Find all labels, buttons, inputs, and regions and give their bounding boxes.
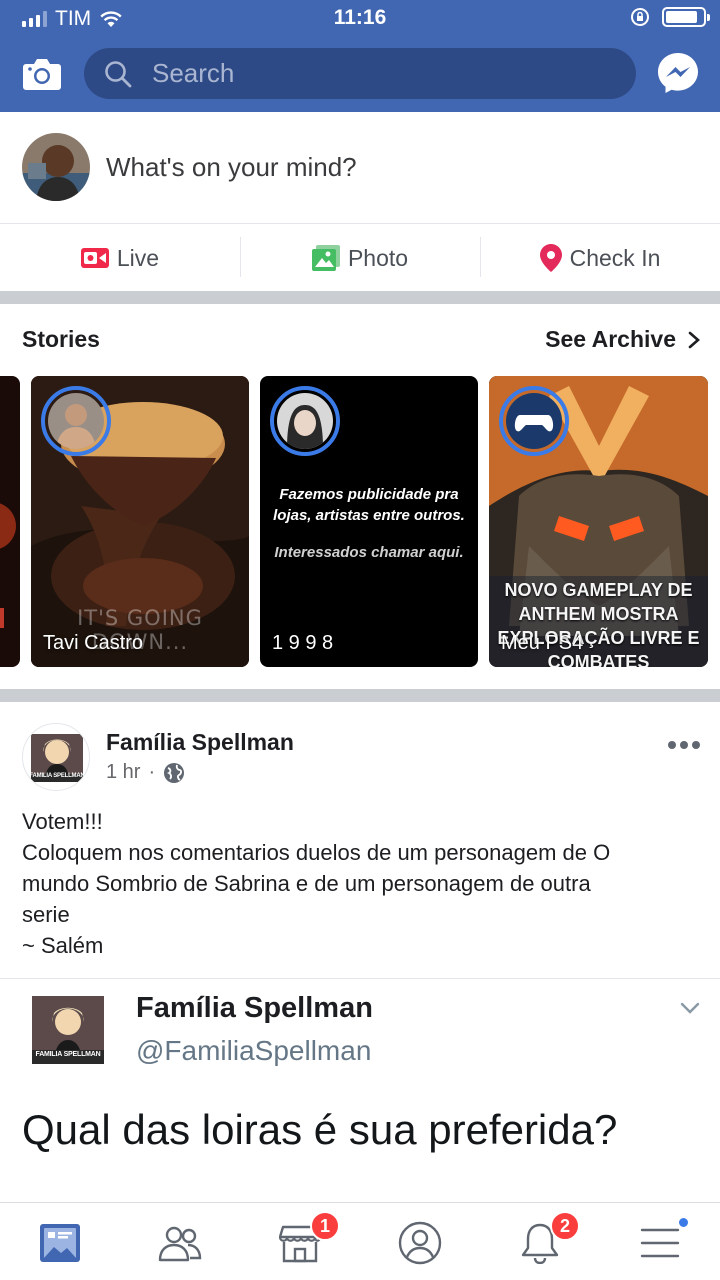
battery-icon: [662, 7, 710, 27]
more-dot-icon: [680, 741, 688, 749]
tab-friends[interactable]: [156, 1219, 204, 1267]
story-overlay-line: Fazemos publicidade pra: [279, 486, 459, 503]
gamepad-icon: [506, 393, 562, 449]
avatar-caption: FAMILIA SPELLMAN: [29, 773, 85, 779]
post-time[interactable]: 1 hr: [106, 761, 140, 784]
story-card-tavi-castro[interactable]: IT'S GOING DOWN... Tavi Castro: [31, 376, 249, 667]
camera-icon: [23, 59, 61, 90]
menu-indicator-dot: [677, 1216, 690, 1229]
composer-prompt[interactable]: What's on your mind?: [106, 152, 357, 183]
see-archive-link[interactable]: See Archive: [545, 326, 700, 353]
status-bar: TIM 11:16: [0, 0, 720, 38]
notifications-badge: 2: [550, 1211, 580, 1241]
embed-divider: [0, 978, 720, 979]
navigation-bar: [0, 48, 720, 102]
story-overlay-line: Interessados chamar aqui.: [274, 544, 464, 561]
embed-author-name[interactable]: Família Spellman: [136, 992, 373, 1025]
post-text-line: ~ Salém: [22, 933, 104, 958]
live-button[interactable]: Live: [0, 225, 240, 291]
embed-author-handle[interactable]: @FamiliaSpellman: [136, 1035, 371, 1067]
chevron-right-icon: [688, 331, 700, 348]
search-icon: [105, 61, 132, 88]
more-dot-icon: [692, 741, 700, 749]
see-archive-label: See Archive: [545, 326, 676, 352]
more-dot-icon: [668, 741, 676, 749]
embed-menu-button[interactable]: [678, 998, 702, 1018]
story-avatar-ring: [270, 386, 340, 456]
check-in-label: Check In: [569, 244, 661, 271]
camera-button[interactable]: [22, 57, 62, 91]
post-text-line: Coloquem nos comentarios duelos de um pe…: [22, 840, 611, 865]
story-overlay-line: lojas, artistas entre outros.: [273, 507, 465, 524]
composer-actions: Live Photo Check In: [0, 225, 720, 291]
photo-icon: [311, 245, 340, 271]
tab-marketplace[interactable]: 1: [276, 1211, 340, 1267]
hamburger-menu-icon: [640, 1228, 680, 1258]
rotation-lock-icon: [631, 8, 649, 26]
story-overlay-line: NOVO GAMEPLAY DE: [504, 580, 693, 600]
tab-menu[interactable]: [636, 1216, 690, 1267]
location-pin-icon: [539, 244, 562, 272]
post-author-avatar[interactable]: FAMILIA SPELLMAN: [22, 723, 90, 791]
news-feed-icon: [40, 1224, 80, 1262]
profile-icon: [398, 1221, 442, 1265]
post-body: Votem!!! Coloquem nos comentarios duelos…: [22, 806, 702, 961]
post-meta: 1 hr ·: [106, 761, 185, 784]
avatar[interactable]: [22, 133, 90, 201]
photo-label: Photo: [347, 244, 409, 271]
live-label: Live: [116, 244, 160, 271]
meta-separator: ·: [148, 761, 156, 783]
globe-icon: [164, 762, 185, 783]
search-bar[interactable]: [84, 48, 636, 99]
story-author-name: 1 9 9 8: [272, 632, 334, 654]
messenger-icon: [658, 53, 698, 93]
messenger-button[interactable]: [656, 51, 700, 95]
story-avatar-ring: [41, 386, 111, 456]
check-in-button[interactable]: Check In: [480, 225, 720, 291]
chevron-down-icon: [680, 1002, 700, 1014]
story-author-name: Tavi Castro: [43, 632, 144, 654]
photo-button[interactable]: Photo: [240, 225, 480, 291]
embed-avatar[interactable]: FAMILIA SPELLMAN: [32, 996, 104, 1064]
live-video-icon: [80, 248, 109, 268]
marketplace-badge: 1: [310, 1211, 340, 1241]
post-more-button[interactable]: [668, 736, 702, 754]
clock: 11:16: [333, 6, 387, 29]
friends-icon: [158, 1226, 202, 1262]
story-author-name: Meu PS4: [501, 632, 584, 654]
section-divider: [0, 689, 720, 702]
story-card-partial[interactable]: [0, 376, 20, 667]
story-overlay-line: ANTHEM MOSTRA: [518, 604, 679, 624]
avatar-caption: FAMILIA SPELLMAN: [35, 1051, 101, 1058]
post-text-line: serie: [22, 902, 70, 927]
stories-title: Stories: [22, 326, 100, 352]
story-avatar-ring: [499, 386, 569, 456]
tab-news-feed[interactable]: [36, 1219, 84, 1267]
tab-profile[interactable]: [396, 1219, 444, 1267]
post-author-name[interactable]: Família Spellman: [106, 729, 294, 756]
composer[interactable]: What's on your mind?: [0, 112, 720, 224]
tab-notifications[interactable]: 2: [516, 1211, 580, 1267]
post-text-line: Votem!!!: [22, 809, 103, 834]
story-card-meu-ps4[interactable]: NOVO GAMEPLAY DE ANTHEM MOSTRA EXPLORAÇÃ…: [489, 376, 708, 667]
embed-text: Qual das loiras é sua preferida?: [22, 1106, 618, 1153]
bottom-tab-bar: 1 2: [0, 1202, 720, 1280]
post-text-line: mundo Sombrio de Sabrina e de um persona…: [22, 871, 591, 896]
search-input[interactable]: [152, 48, 612, 99]
story-card-1998[interactable]: Fazemos publicidade pra lojas, artistas …: [260, 376, 478, 667]
section-divider: [0, 291, 720, 304]
stories-header: Stories See Archive: [22, 322, 700, 358]
top-bar: TIM 11:16: [0, 0, 720, 112]
